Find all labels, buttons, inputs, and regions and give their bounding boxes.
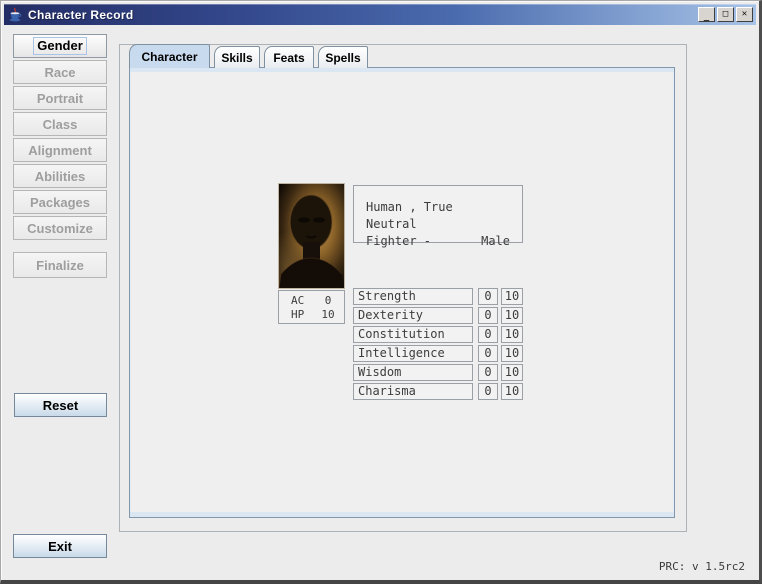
sidebar-button-gender[interactable]: Gender — [13, 34, 107, 58]
sidebar-button-race: Race — [13, 60, 107, 84]
ac-value: 0 — [315, 294, 341, 308]
character-record-window: Character Record _ □ ✕ Gender Race Portr… — [0, 0, 762, 584]
character-summary-box: Human , True Neutral Fighter - Male — [353, 185, 523, 243]
ability-score-wisdom: 10 — [501, 364, 523, 381]
ac-label: AC — [291, 294, 315, 308]
ability-score-dexterity: 10 — [501, 307, 523, 324]
sidebar-button-class: Class — [13, 112, 107, 136]
tab-skills[interactable]: Skills — [214, 46, 260, 68]
hp-value: 10 — [315, 308, 341, 322]
window-title: Character Record — [28, 8, 134, 22]
version-label: PRC: v 1.5rc2 — [659, 560, 745, 573]
sidebar-button-abilities: Abilities — [13, 164, 107, 188]
ability-score-constitution: 10 — [501, 326, 523, 343]
sidebar-button-customize: Customize — [13, 216, 107, 240]
ability-name-charisma: Charisma — [353, 383, 473, 400]
ability-mod-intelligence: 0 — [478, 345, 498, 362]
gender-button-label: Gender — [33, 37, 87, 55]
ability-mod-strength: 0 — [478, 288, 498, 305]
exit-button[interactable]: Exit — [13, 534, 107, 558]
minimize-button[interactable]: _ — [698, 7, 715, 22]
sidebar-button-alignment: Alignment — [13, 138, 107, 162]
ability-name-dexterity: Dexterity — [353, 307, 473, 324]
ac-hp-box: AC 0 HP 10 — [278, 290, 345, 324]
ability-mod-dexterity: 0 — [478, 307, 498, 324]
ability-mod-wisdom: 0 — [478, 364, 498, 381]
ability-mod-charisma: 0 — [478, 383, 498, 400]
sidebar-button-packages: Packages — [13, 190, 107, 214]
hp-label: HP — [291, 308, 315, 322]
titlebar[interactable]: Character Record _ □ ✕ — [4, 4, 756, 25]
summary-race-alignment: Human , True Neutral — [366, 199, 510, 233]
close-button[interactable]: ✕ — [736, 7, 753, 22]
maximize-button[interactable]: □ — [717, 7, 734, 22]
ability-name-strength: Strength — [353, 288, 473, 305]
ability-score-intelligence: 10 — [501, 345, 523, 362]
ability-score-strength: 10 — [501, 288, 523, 305]
tab-spells[interactable]: Spells — [318, 46, 368, 68]
ability-mod-constitution: 0 — [478, 326, 498, 343]
ability-score-charisma: 10 — [501, 383, 523, 400]
summary-gender: Male — [481, 233, 510, 250]
sidebar-button-finalize: Finalize — [13, 252, 107, 278]
ability-name-constitution: Constitution — [353, 326, 473, 343]
reset-button[interactable]: Reset — [14, 393, 107, 417]
sidebar-button-portrait: Portrait — [13, 86, 107, 110]
java-cup-icon — [7, 7, 23, 23]
ability-name-intelligence: Intelligence — [353, 345, 473, 362]
tab-character[interactable]: Character — [129, 44, 210, 68]
ability-name-wisdom: Wisdom — [353, 364, 473, 381]
character-portrait — [278, 183, 345, 289]
summary-class: Fighter - — [366, 233, 431, 250]
tab-feats[interactable]: Feats — [264, 46, 314, 68]
